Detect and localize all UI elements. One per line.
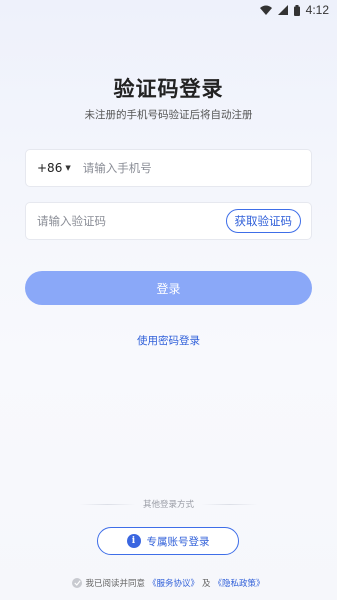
login-button[interactable]: 登录 <box>25 271 312 305</box>
signal-icon <box>277 5 288 15</box>
wifi-icon <box>259 5 272 15</box>
agreement-prefix: 我已阅读并同意 <box>85 579 145 589</box>
verification-code-input[interactable] <box>26 203 226 239</box>
code-field: 获取验证码 <box>25 202 312 240</box>
battery-icon <box>293 4 300 16</box>
password-login-row: 使用密码登录 <box>0 329 337 348</box>
divider-line-right <box>202 503 258 505</box>
status-bar: 4:12 <box>0 0 337 20</box>
country-code-selector[interactable]: +86 ▼ <box>26 161 77 175</box>
check-icon <box>74 580 81 586</box>
page-title: 验证码登录 <box>113 77 224 101</box>
info-icon: i <box>126 534 141 548</box>
agreement-and: 及 <box>202 579 211 589</box>
country-code-value: +86 <box>37 161 63 175</box>
password-login-link[interactable]: 使用密码登录 <box>137 335 200 347</box>
privacy-policy-link[interactable]: 《隐私政策》 <box>214 577 265 589</box>
status-time: 4:12 <box>305 3 329 17</box>
caret-down-icon: ▼ <box>65 164 71 172</box>
other-login-label: 其他登录方式 <box>143 500 195 510</box>
exclusive-account-login-button[interactable]: i 专属账号登录 <box>97 527 239 555</box>
exclusive-account-login-label: 专属账号登录 <box>146 535 210 548</box>
service-agreement-link[interactable]: 《服务协议》 <box>148 577 199 589</box>
agreement-checkbox[interactable] <box>72 578 83 588</box>
phone-field: +86 ▼ <box>25 149 312 187</box>
get-code-button[interactable]: 获取验证码 <box>225 209 301 233</box>
page-subtitle: 未注册的手机号码验证后将自动注册 <box>84 109 253 121</box>
divider-line-left <box>80 503 135 505</box>
agreement-row: 我已阅读并同意 《服务协议》 及 《隐私政策》 <box>0 577 337 589</box>
phone-input[interactable] <box>76 150 311 186</box>
other-login-divider: 其他登录方式 <box>80 498 258 510</box>
